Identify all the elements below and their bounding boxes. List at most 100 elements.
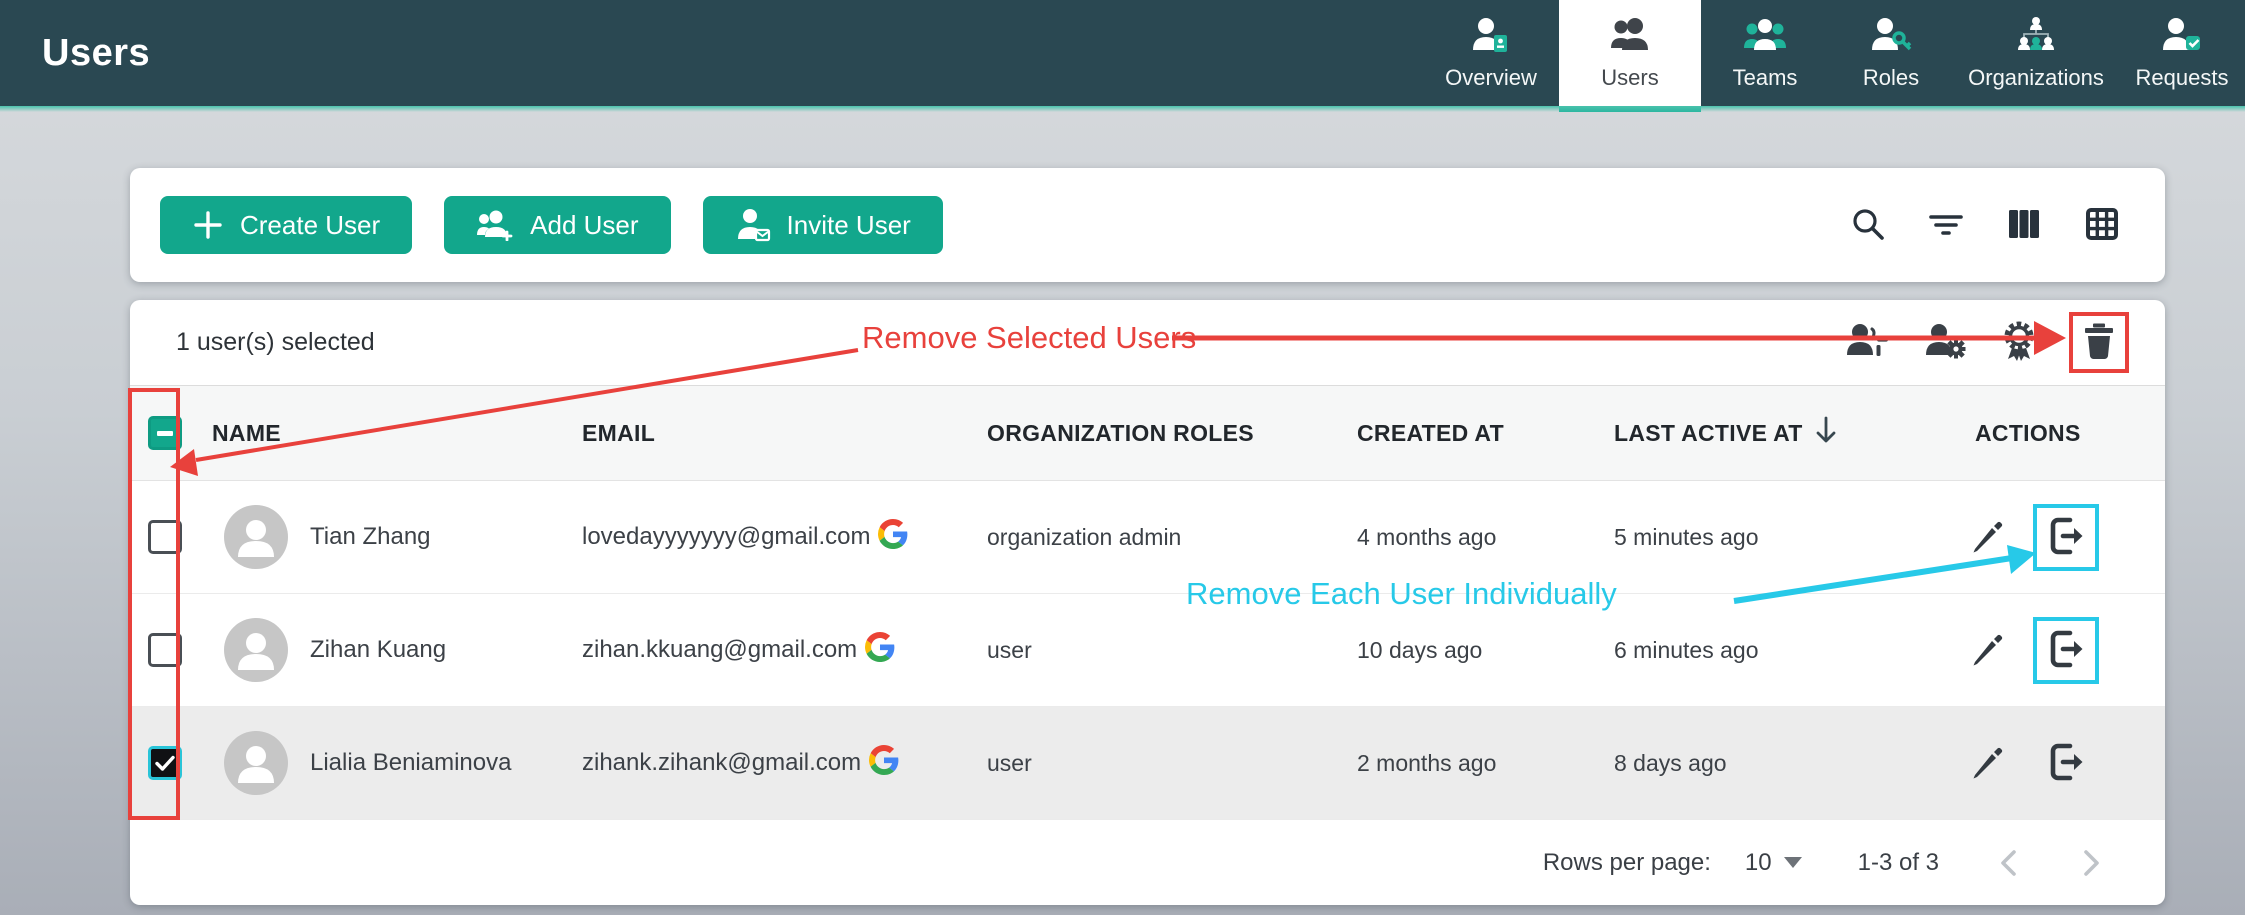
select-all-checkbox[interactable] [148, 416, 182, 450]
role-cell: user [975, 750, 1345, 777]
app-header: Users Overview [0, 0, 2245, 106]
name-cell: Tian Zhang [200, 505, 570, 569]
tab-organizations[interactable]: Organizations [1953, 0, 2119, 106]
edit-user-button[interactable] [1969, 743, 2007, 784]
row-checkbox[interactable] [148, 746, 182, 780]
column-header-name[interactable]: NAME [200, 420, 570, 447]
grid-button[interactable] [2083, 205, 2121, 246]
user-name: Zihan Kuang [310, 636, 446, 664]
roles-icon [1868, 16, 1914, 58]
users-table-card: 1 user(s) selected [130, 300, 2165, 905]
overview-icon [1468, 16, 1514, 58]
remove-highlight-box [2033, 617, 2099, 684]
grid-icon [2083, 205, 2121, 246]
sign-out-icon [2046, 741, 2086, 786]
remove-user-row-button[interactable] [2046, 628, 2086, 673]
row-checkbox-cell [130, 633, 200, 667]
tab-users[interactable]: Users [1559, 0, 1701, 106]
tab-label: Overview [1445, 65, 1537, 91]
remove-highlight-box [2033, 504, 2099, 571]
search-button[interactable] [1849, 205, 1887, 246]
email-cell: lovedayyyyyyy@gmail.com [570, 519, 975, 556]
chevron-right-icon [2081, 848, 2103, 878]
role-cell: organization admin [975, 524, 1345, 551]
pager [1997, 848, 2103, 878]
selection-count: 1 user(s) selected [176, 328, 375, 357]
requests-icon [2159, 16, 2205, 58]
plus-icon [192, 209, 224, 241]
tab-requests[interactable]: Requests [2119, 0, 2245, 106]
role-cell: user [975, 637, 1345, 664]
google-icon [878, 519, 908, 556]
actions-cell [1963, 730, 2165, 797]
rows-per-page-value: 10 [1745, 849, 1772, 877]
delete-highlight-box [2069, 312, 2129, 373]
column-header-email[interactable]: EMAIL [570, 420, 975, 447]
last-active-cell: 8 days ago [1602, 750, 1963, 777]
table-header-row: NAME EMAIL ORGANIZATION ROLES CREATED AT… [130, 386, 2165, 481]
remove-user-row-button[interactable] [2046, 741, 2086, 786]
certify-user-button[interactable] [1999, 320, 2039, 365]
remove-user-icon [1845, 321, 1893, 364]
remove-user-button[interactable] [1845, 321, 1893, 364]
edit-user-button[interactable] [1969, 517, 2007, 558]
view-controls [1849, 205, 2135, 246]
previous-page-button[interactable] [1997, 848, 2019, 878]
create-user-label: Create User [240, 210, 380, 241]
user-email: zihan.kkuang@gmail.com [582, 636, 857, 664]
create-user-button[interactable]: Create User [160, 196, 412, 254]
users-icon [1607, 16, 1653, 58]
edit-user-button[interactable] [1969, 630, 2007, 671]
user-settings-button[interactable] [1923, 321, 1969, 364]
created-at-cell: 10 days ago [1345, 637, 1602, 664]
column-header-last-active-at[interactable]: LAST ACTIVE AT [1602, 415, 1963, 451]
column-header-organization-roles[interactable]: ORGANIZATION ROLES [975, 420, 1345, 447]
columns-icon [2005, 205, 2043, 246]
actions-cell [1963, 617, 2165, 684]
tab-overview[interactable]: Overview [1423, 0, 1559, 106]
certify-user-icon [1999, 320, 2039, 365]
teams-icon [1742, 16, 1788, 58]
sign-out-icon [2046, 515, 2086, 560]
table-row: Zihan Kuang zihan.kkuang@gmail.com user … [130, 594, 2165, 707]
pagination-range: 1-3 of 3 [1858, 849, 1939, 877]
avatar [224, 731, 288, 795]
caret-down-icon [1784, 857, 1802, 868]
invite-user-button[interactable]: Invite User [703, 196, 943, 254]
column-header-actions: ACTIONS [1963, 420, 2165, 447]
row-checkbox-cell [130, 520, 200, 554]
organizations-icon [2013, 16, 2059, 58]
sign-out-icon [2046, 628, 2086, 673]
row-checkbox[interactable] [148, 520, 182, 554]
table-row: Lialia Beniaminova zihank.zihank@gmail.c… [130, 707, 2165, 820]
page-title: Users [42, 32, 150, 75]
top-nav: Overview Users [1423, 0, 2245, 106]
add-user-icon [476, 209, 514, 241]
add-user-button[interactable]: Add User [444, 196, 670, 254]
search-icon [1849, 205, 1887, 246]
column-header-created-at[interactable]: CREATED AT [1345, 420, 1602, 447]
google-icon [865, 632, 895, 669]
row-checkbox[interactable] [148, 633, 182, 667]
filter-icon [1927, 205, 1965, 246]
filter-button[interactable] [1927, 205, 1965, 246]
selection-actions [1845, 312, 2129, 373]
user-settings-icon [1923, 321, 1969, 364]
columns-button[interactable] [2005, 205, 2043, 246]
tab-label: Roles [1863, 65, 1919, 91]
user-email: lovedayyyyyyy@gmail.com [582, 523, 870, 551]
rows-per-page-select[interactable]: 10 [1745, 849, 1802, 877]
selection-toolbar: 1 user(s) selected [130, 300, 2165, 386]
tab-roles[interactable]: Roles [1829, 0, 1953, 106]
next-page-button[interactable] [2081, 848, 2103, 878]
table-footer: Rows per page: 10 1-3 of 3 [130, 820, 2165, 905]
chevron-left-icon [1997, 848, 2019, 878]
rows-per-page-label: Rows per page: [1543, 849, 1711, 877]
tab-teams[interactable]: Teams [1701, 0, 1829, 106]
last-active-cell: 5 minutes ago [1602, 524, 1963, 551]
remove-user-row-button[interactable] [2046, 515, 2086, 560]
row-checkbox-cell [130, 746, 200, 780]
edit-pencil-icon [1969, 743, 2007, 784]
email-cell: zihan.kkuang@gmail.com [570, 632, 975, 669]
delete-selected-button[interactable] [2079, 320, 2119, 365]
